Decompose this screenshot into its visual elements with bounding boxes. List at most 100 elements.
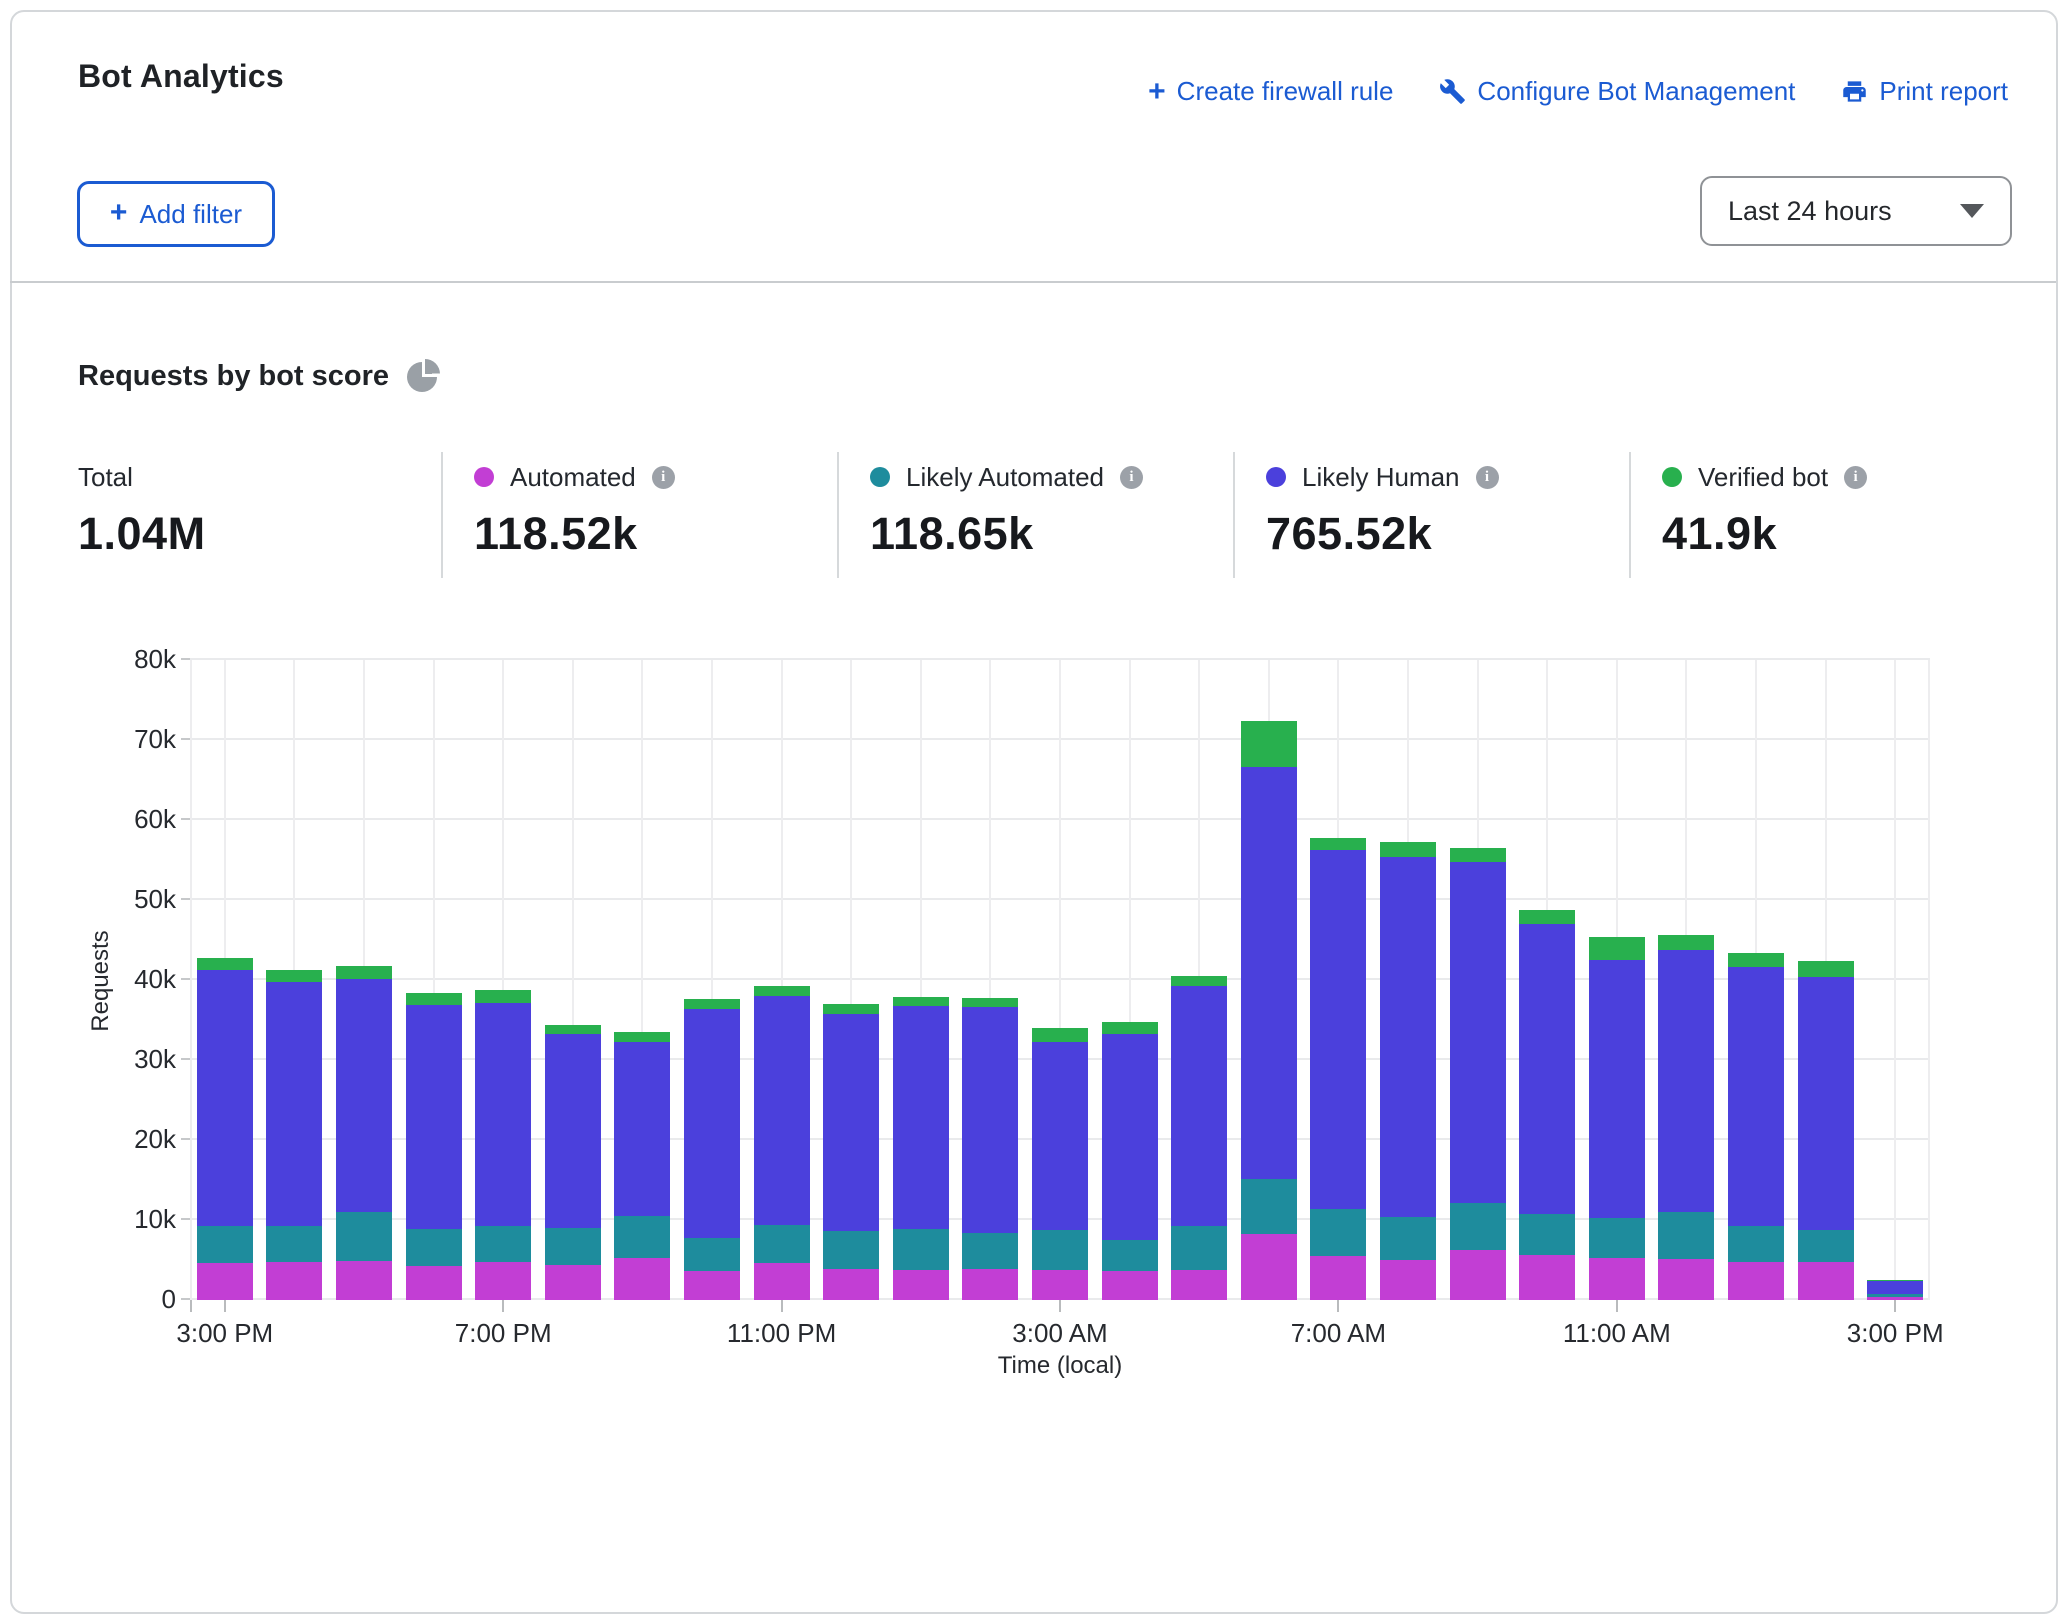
y-tick xyxy=(181,898,190,900)
bar-1-00-am xyxy=(893,997,949,1300)
bar-segment-likely-human xyxy=(684,1009,740,1239)
bar-segment-likely-human xyxy=(545,1034,601,1228)
x-axis-title: Time (local) xyxy=(190,1352,1930,1380)
bar-segment-likely-automated xyxy=(962,1233,1018,1269)
bar-1-00-pm xyxy=(1728,953,1784,1300)
y-tick xyxy=(181,1058,190,1060)
bar-segment-automated xyxy=(475,1262,531,1300)
bar-segment-likely-human xyxy=(1450,862,1506,1203)
bar-segment-verified-bot xyxy=(1798,961,1854,977)
bar-11-00-am xyxy=(1589,937,1645,1300)
bar-segment-likely-automated xyxy=(1519,1214,1575,1255)
bar-3-00-pm xyxy=(197,958,253,1300)
bar-segment-automated xyxy=(1519,1255,1575,1300)
bar-segment-likely-human xyxy=(266,982,322,1226)
bar-segment-likely-automated xyxy=(197,1226,253,1263)
bar-5-00-am xyxy=(1171,976,1227,1300)
y-tick-label: 10k xyxy=(56,1204,176,1235)
bar-segment-likely-automated xyxy=(684,1238,740,1271)
bar-segment-likely-human xyxy=(823,1014,879,1232)
bar-segment-likely-human xyxy=(1380,857,1436,1217)
bar-segment-verified-bot xyxy=(1658,935,1714,949)
y-tick-label: 40k xyxy=(56,964,176,995)
bar-segment-verified-bot xyxy=(823,1004,879,1014)
bar-segment-likely-human xyxy=(1032,1042,1088,1229)
bar-segment-verified-bot xyxy=(614,1032,670,1042)
bar-segment-likely-human xyxy=(475,1003,531,1225)
x-tick xyxy=(1059,1300,1061,1312)
bar-segment-verified-bot xyxy=(1310,838,1366,851)
bar-segment-likely-automated xyxy=(1380,1217,1436,1260)
bar-segment-likely-automated xyxy=(1450,1203,1506,1250)
bar-segment-automated xyxy=(1589,1258,1645,1300)
bar-segment-likely-automated xyxy=(1798,1230,1854,1262)
bar-segment-likely-human xyxy=(1310,850,1366,1208)
bar-10-00-pm xyxy=(684,999,740,1300)
bar-segment-automated xyxy=(1310,1256,1366,1300)
y-tick xyxy=(181,818,190,820)
bar-segment-likely-human xyxy=(1728,967,1784,1226)
bar-segment-likely-human xyxy=(962,1007,1018,1233)
x-tick-label: 7:00 AM xyxy=(1291,1318,1386,1349)
bar-segment-likely-human xyxy=(1102,1034,1158,1240)
bar-segment-verified-bot xyxy=(1728,953,1784,967)
bar-10-00-am xyxy=(1519,910,1575,1300)
bar-segment-likely-automated xyxy=(1102,1240,1158,1271)
bar-segment-verified-bot xyxy=(893,997,949,1006)
bar-segment-automated xyxy=(893,1270,949,1300)
bar-segment-likely-automated xyxy=(266,1226,322,1263)
bar-9-00-pm xyxy=(614,1032,670,1300)
v-gridline xyxy=(1894,660,1896,1300)
bar-segment-verified-bot xyxy=(475,990,531,1003)
bar-9-00-am xyxy=(1450,848,1506,1300)
bar-segment-likely-human xyxy=(1658,950,1714,1212)
bar-segment-automated xyxy=(1102,1271,1158,1300)
bar-segment-likely-automated xyxy=(1310,1209,1366,1256)
bar-segment-verified-bot xyxy=(545,1025,601,1035)
y-tick xyxy=(181,738,190,740)
bar-segment-automated xyxy=(1380,1260,1436,1300)
bar-segment-verified-bot xyxy=(1589,937,1645,960)
requests-by-bot-score-chart: Requests Time (local) 010k20k30k40k50k60… xyxy=(0,0,2070,1394)
x-tick xyxy=(1894,1300,1896,1312)
y-tick-label: 50k xyxy=(56,884,176,915)
bar-segment-likely-human xyxy=(614,1042,670,1216)
bar-segment-likely-human xyxy=(1241,767,1297,1179)
bar-segment-automated xyxy=(336,1261,392,1300)
bar-segment-verified-bot xyxy=(1519,910,1575,924)
bar-2-00-am xyxy=(962,998,1018,1300)
bar-segment-likely-automated xyxy=(1171,1226,1227,1269)
y-tick xyxy=(181,1218,190,1220)
bar-segment-automated xyxy=(1032,1270,1088,1300)
x-tick-label: 11:00 AM xyxy=(1563,1318,1671,1349)
bar-segment-verified-bot xyxy=(197,958,253,969)
x-tick xyxy=(502,1300,504,1312)
x-tick xyxy=(224,1300,226,1312)
bar-segment-verified-bot xyxy=(962,998,1018,1008)
bar-segment-likely-automated xyxy=(823,1231,879,1269)
bar-segment-likely-automated xyxy=(1728,1226,1784,1261)
bar-segment-verified-bot xyxy=(1241,721,1297,767)
bar-segment-automated xyxy=(823,1269,879,1300)
bar-segment-verified-bot xyxy=(406,993,462,1005)
bar-segment-likely-automated xyxy=(1241,1179,1297,1233)
bar-6-00-am xyxy=(1241,721,1297,1300)
bar-segment-likely-human xyxy=(406,1005,462,1229)
x-tick xyxy=(1337,1300,1339,1312)
bar-segment-likely-automated xyxy=(475,1226,531,1263)
v-gridline xyxy=(190,660,192,1300)
bar-2-00-pm xyxy=(1798,961,1854,1300)
y-tick xyxy=(181,1298,190,1300)
bar-segment-automated xyxy=(962,1269,1018,1300)
bar-12-00-pm xyxy=(1658,935,1714,1300)
y-tick-label: 60k xyxy=(56,804,176,835)
bar-segment-automated xyxy=(1728,1262,1784,1300)
y-tick-label: 80k xyxy=(56,644,176,675)
bar-4-00-pm xyxy=(266,970,322,1300)
bar-segment-automated xyxy=(614,1258,670,1300)
bar-segment-likely-automated xyxy=(1589,1218,1645,1257)
bar-segment-likely-automated xyxy=(1032,1230,1088,1270)
bar-segment-automated xyxy=(1798,1262,1854,1300)
x-tick-label: 7:00 PM xyxy=(455,1318,552,1349)
bar-segment-likely-human xyxy=(336,979,392,1212)
